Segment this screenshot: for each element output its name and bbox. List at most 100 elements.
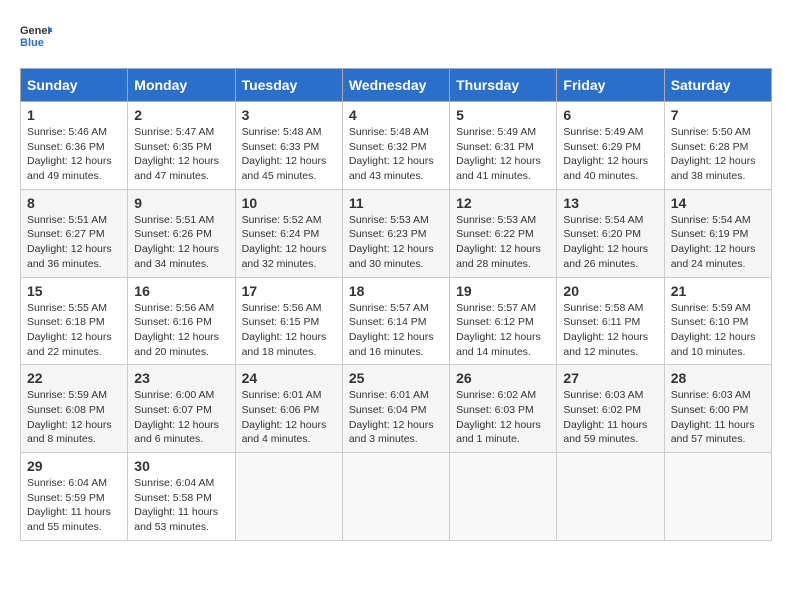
calendar-week-2: 8 Sunrise: 5:51 AM Sunset: 6:27 PM Daylig… bbox=[21, 189, 772, 277]
calendar-cell: 26Sunrise: 6:02 AM Sunset: 6:03 PM Dayli… bbox=[450, 365, 557, 453]
calendar-cell: 25Sunrise: 6:01 AM Sunset: 6:04 PM Dayli… bbox=[342, 365, 449, 453]
svg-text:General: General bbox=[20, 25, 52, 37]
column-header-wednesday: Wednesday bbox=[342, 69, 449, 102]
day-number: 28 bbox=[671, 370, 765, 386]
calendar-cell: 14 Sunrise: 5:54 AM Sunset: 6:19 PM Dayli… bbox=[664, 189, 771, 277]
cell-content: Sunrise: 5:50 AM Sunset: 6:28 PM Dayligh… bbox=[671, 125, 765, 184]
calendar-cell: 24 Sunrise: 6:01 AM Sunset: 6:06 PM Dayli… bbox=[235, 365, 342, 453]
day-number: 23 bbox=[134, 370, 228, 386]
calendar-cell: 8 Sunrise: 5:51 AM Sunset: 6:27 PM Daylig… bbox=[21, 189, 128, 277]
day-number: 14 bbox=[671, 195, 765, 211]
cell-content: Sunrise: 5:46 AM Sunset: 6:36 PM Dayligh… bbox=[27, 125, 121, 184]
calendar-cell bbox=[664, 453, 771, 541]
day-number: 9 bbox=[134, 195, 228, 211]
logo-icon: General Blue bbox=[20, 20, 52, 52]
cell-content: Sunrise: 5:53 AM Sunset: 6:23 PM Dayligh… bbox=[349, 213, 443, 272]
cell-content: Sunrise: 5:49 AM Sunset: 6:29 PM Dayligh… bbox=[563, 125, 657, 184]
day-number: 1 bbox=[27, 107, 121, 123]
calendar-cell: 17 Sunrise: 5:56 AM Sunset: 6:15 PM Dayli… bbox=[235, 277, 342, 365]
column-header-monday: Monday bbox=[128, 69, 235, 102]
calendar-cell: 23 Sunrise: 6:00 AM Sunset: 6:07 PM Dayli… bbox=[128, 365, 235, 453]
day-number: 21 bbox=[671, 283, 765, 299]
calendar-header-row: SundayMondayTuesdayWednesdayThursdayFrid… bbox=[21, 69, 772, 102]
page-header: General Blue bbox=[20, 20, 772, 52]
day-number: 13 bbox=[563, 195, 657, 211]
day-number: 12 bbox=[456, 195, 550, 211]
cell-content: Sunrise: 6:03 AM Sunset: 6:00 PM Dayligh… bbox=[671, 388, 765, 447]
svg-text:Blue: Blue bbox=[20, 37, 44, 49]
cell-content: Sunrise: 5:57 AM Sunset: 6:12 PM Dayligh… bbox=[456, 301, 550, 360]
column-header-friday: Friday bbox=[557, 69, 664, 102]
day-number: 16 bbox=[134, 283, 228, 299]
cell-content: Sunrise: 5:49 AM Sunset: 6:31 PM Dayligh… bbox=[456, 125, 550, 184]
day-number: 2 bbox=[134, 107, 228, 123]
calendar-cell: 11Sunrise: 5:53 AM Sunset: 6:23 PM Dayli… bbox=[342, 189, 449, 277]
cell-content: Sunrise: 6:01 AM Sunset: 6:04 PM Dayligh… bbox=[349, 388, 443, 447]
cell-content: Sunrise: 5:52 AM Sunset: 6:24 PM Dayligh… bbox=[242, 213, 336, 272]
day-number: 19 bbox=[456, 283, 550, 299]
day-number: 15 bbox=[27, 283, 121, 299]
calendar-cell: 13 Sunrise: 5:54 AM Sunset: 6:20 PM Dayli… bbox=[557, 189, 664, 277]
cell-content: Sunrise: 5:59 AM Sunset: 6:08 PM Dayligh… bbox=[27, 388, 121, 447]
column-header-saturday: Saturday bbox=[664, 69, 771, 102]
calendar-cell: 29 Sunrise: 6:04 AM Sunset: 5:59 PM Dayli… bbox=[21, 453, 128, 541]
column-header-sunday: Sunday bbox=[21, 69, 128, 102]
calendar-cell: 5 Sunrise: 5:49 AM Sunset: 6:31 PM Daylig… bbox=[450, 102, 557, 190]
day-number: 6 bbox=[563, 107, 657, 123]
calendar-cell: 22 Sunrise: 5:59 AM Sunset: 6:08 PM Dayli… bbox=[21, 365, 128, 453]
calendar-week-5: 29 Sunrise: 6:04 AM Sunset: 5:59 PM Dayli… bbox=[21, 453, 772, 541]
day-number: 4 bbox=[349, 107, 443, 123]
calendar-cell bbox=[450, 453, 557, 541]
calendar-cell: 9Sunrise: 5:51 AM Sunset: 6:26 PM Daylig… bbox=[128, 189, 235, 277]
day-number: 29 bbox=[27, 458, 121, 474]
calendar-cell: 30Sunrise: 6:04 AM Sunset: 5:58 PM Dayli… bbox=[128, 453, 235, 541]
calendar-cell: 28 Sunrise: 6:03 AM Sunset: 6:00 PM Dayli… bbox=[664, 365, 771, 453]
calendar-cell: 1 Sunrise: 5:46 AM Sunset: 6:36 PM Daylig… bbox=[21, 102, 128, 190]
logo-container: General Blue bbox=[20, 20, 52, 52]
day-number: 22 bbox=[27, 370, 121, 386]
day-number: 5 bbox=[456, 107, 550, 123]
cell-content: Sunrise: 5:58 AM Sunset: 6:11 PM Dayligh… bbox=[563, 301, 657, 360]
cell-content: Sunrise: 5:51 AM Sunset: 6:27 PM Dayligh… bbox=[27, 213, 121, 272]
cell-content: Sunrise: 5:47 AM Sunset: 6:35 PM Dayligh… bbox=[134, 125, 228, 184]
calendar-cell: 19 Sunrise: 5:57 AM Sunset: 6:12 PM Dayli… bbox=[450, 277, 557, 365]
calendar-body: 1 Sunrise: 5:46 AM Sunset: 6:36 PM Daylig… bbox=[21, 102, 772, 541]
day-number: 17 bbox=[242, 283, 336, 299]
cell-content: Sunrise: 5:56 AM Sunset: 6:15 PM Dayligh… bbox=[242, 301, 336, 360]
day-number: 27 bbox=[563, 370, 657, 386]
cell-content: Sunrise: 6:04 AM Sunset: 5:58 PM Dayligh… bbox=[134, 476, 228, 535]
calendar-cell bbox=[235, 453, 342, 541]
day-number: 24 bbox=[242, 370, 336, 386]
cell-content: Sunrise: 5:54 AM Sunset: 6:20 PM Dayligh… bbox=[563, 213, 657, 272]
calendar-cell: 10Sunrise: 5:52 AM Sunset: 6:24 PM Dayli… bbox=[235, 189, 342, 277]
calendar-cell: 18 Sunrise: 5:57 AM Sunset: 6:14 PM Dayli… bbox=[342, 277, 449, 365]
day-number: 18 bbox=[349, 283, 443, 299]
day-number: 20 bbox=[563, 283, 657, 299]
cell-content: Sunrise: 5:54 AM Sunset: 6:19 PM Dayligh… bbox=[671, 213, 765, 272]
calendar-week-3: 15 Sunrise: 5:55 AM Sunset: 6:18 PM Dayli… bbox=[21, 277, 772, 365]
logo: General Blue bbox=[20, 20, 52, 52]
column-header-thursday: Thursday bbox=[450, 69, 557, 102]
calendar-cell: 3 Sunrise: 5:48 AM Sunset: 6:33 PM Daylig… bbox=[235, 102, 342, 190]
calendar-cell: 2 Sunrise: 5:47 AM Sunset: 6:35 PM Daylig… bbox=[128, 102, 235, 190]
cell-content: Sunrise: 5:57 AM Sunset: 6:14 PM Dayligh… bbox=[349, 301, 443, 360]
calendar-cell: 6 Sunrise: 5:49 AM Sunset: 6:29 PM Daylig… bbox=[557, 102, 664, 190]
cell-content: Sunrise: 5:48 AM Sunset: 6:32 PM Dayligh… bbox=[349, 125, 443, 184]
calendar-cell: 20 Sunrise: 5:58 AM Sunset: 6:11 PM Dayli… bbox=[557, 277, 664, 365]
calendar-cell: 7Sunrise: 5:50 AM Sunset: 6:28 PM Daylig… bbox=[664, 102, 771, 190]
calendar-cell: 16Sunrise: 5:56 AM Sunset: 6:16 PM Dayli… bbox=[128, 277, 235, 365]
day-number: 8 bbox=[27, 195, 121, 211]
cell-content: Sunrise: 5:48 AM Sunset: 6:33 PM Dayligh… bbox=[242, 125, 336, 184]
cell-content: Sunrise: 6:04 AM Sunset: 5:59 PM Dayligh… bbox=[27, 476, 121, 535]
cell-content: Sunrise: 6:03 AM Sunset: 6:02 PM Dayligh… bbox=[563, 388, 657, 447]
calendar-week-1: 1 Sunrise: 5:46 AM Sunset: 6:36 PM Daylig… bbox=[21, 102, 772, 190]
calendar-table: SundayMondayTuesdayWednesdayThursdayFrid… bbox=[20, 68, 772, 541]
cell-content: Sunrise: 5:55 AM Sunset: 6:18 PM Dayligh… bbox=[27, 301, 121, 360]
day-number: 26 bbox=[456, 370, 550, 386]
day-number: 3 bbox=[242, 107, 336, 123]
cell-content: Sunrise: 5:59 AM Sunset: 6:10 PM Dayligh… bbox=[671, 301, 765, 360]
cell-content: Sunrise: 6:01 AM Sunset: 6:06 PM Dayligh… bbox=[242, 388, 336, 447]
calendar-cell: 4 Sunrise: 5:48 AM Sunset: 6:32 PM Daylig… bbox=[342, 102, 449, 190]
cell-content: Sunrise: 6:00 AM Sunset: 6:07 PM Dayligh… bbox=[134, 388, 228, 447]
calendar-cell: 21 Sunrise: 5:59 AM Sunset: 6:10 PM Dayli… bbox=[664, 277, 771, 365]
